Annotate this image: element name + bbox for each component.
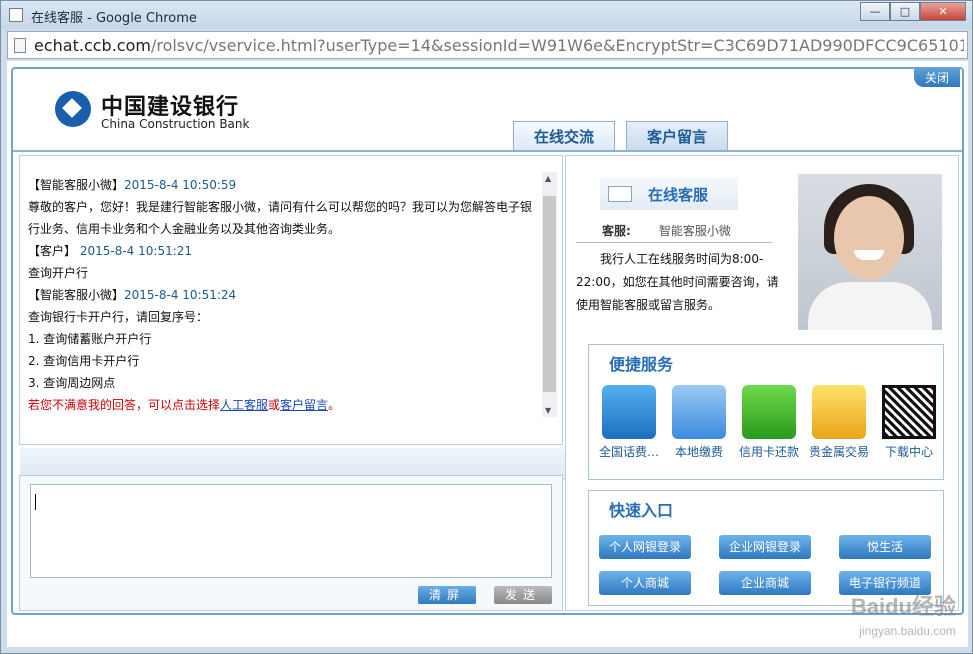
message-sender: 【客户】	[28, 244, 77, 258]
url-text[interactable]: echat.ccb.com/rolsvc/vservice.html?userT…	[34, 36, 964, 55]
text-caret	[35, 494, 36, 510]
browser-window: 在线客服 - Google Chrome — □ ✕ echat.ccb.com…	[0, 0, 973, 654]
agent-info: 客服: 智能客服小微	[602, 222, 731, 239]
service-item-bill[interactable]: 本地缴费	[667, 385, 731, 465]
quick-services-title: 便捷服务	[609, 355, 674, 374]
credit-card-icon	[742, 385, 796, 439]
service-item-phone[interactable]: 全国话费…	[597, 385, 661, 465]
url-path: /rolsvc/vservice.html?userType=14&sessio…	[150, 36, 964, 55]
notice-end: 。	[328, 398, 341, 412]
quick-entry-title: 快速入口	[609, 501, 674, 520]
page-icon	[9, 8, 23, 22]
tab-online-chat[interactable]: 在线交流	[513, 121, 615, 151]
ccb-logo: 中国建设银行 China Construction Bank	[55, 91, 275, 135]
url-host: echat.ccb.com	[34, 36, 151, 55]
personal-ebank-login-button[interactable]: 个人网银登录	[599, 535, 691, 559]
minimize-button[interactable]: —	[860, 2, 890, 21]
message-sender: 【智能客服小微】	[28, 288, 125, 302]
service-hours-text: 我行人工在线服务时间为8:00-22:00，如您在其他时间需要咨询，请使用智能客…	[576, 252, 779, 312]
scroll-down-icon[interactable]: ▼	[545, 406, 551, 415]
ebank-channel-button[interactable]: 电子银行频道	[839, 571, 931, 595]
page-content: 关闭 中国建设银行 China Construction Bank 在线交流 客…	[7, 61, 968, 647]
maximize-button[interactable]: □	[890, 2, 920, 21]
water-electric-icon	[672, 385, 726, 439]
service-item-label: 全国话费…	[598, 445, 659, 459]
chat-history-panel: 【智能客服小微】2015-8-4 10:50:59 尊敬的客户，您好！我是建行智…	[19, 155, 566, 480]
scroll-thumb[interactable]	[543, 196, 556, 392]
option-item: 1. 查询储蓄账户开户行	[28, 332, 152, 346]
message-time: 2015-8-4 10:51:21	[79, 244, 193, 258]
scroll-up-icon[interactable]: ▲	[545, 174, 551, 183]
service-item-card[interactable]: 信用卡还款	[737, 385, 801, 465]
chat-messages: 【智能客服小微】2015-8-4 10:50:59 尊敬的客户，您好！我是建行智…	[28, 174, 538, 414]
agent-body	[808, 282, 932, 330]
service-panel: 在线客服 客服: 智能客服小微 我行人工在线服务时间为8:00-22:00，如您在…	[565, 155, 959, 611]
tab-customer-message[interactable]: 客户留言	[626, 121, 728, 151]
option-item: 2. 查询信用卡开户行	[28, 354, 140, 368]
message-input-panel: 清屏 发送	[19, 475, 563, 611]
quick-entry-box: 快速入口 个人网银登录 企业网银登录 悦生活 个人商城 企业商城 电子银行频道	[588, 490, 944, 606]
yue-life-button[interactable]: 悦生活	[839, 535, 931, 559]
close-window-button[interactable]: ✕	[920, 2, 966, 21]
agent-face	[834, 196, 904, 280]
message-text: 查询银行卡开户行，请回复序号：	[28, 310, 209, 324]
option-item: 3. 查询周边网点	[28, 376, 116, 390]
message-time: 2015-8-4 10:50:59	[124, 178, 237, 192]
message-text: 查询开户行	[28, 266, 89, 280]
service-item-label: 贵金属交易	[808, 445, 869, 459]
send-button[interactable]: 发送	[494, 586, 552, 604]
corporate-mall-button[interactable]: 企业商城	[719, 571, 811, 595]
tab-divider	[13, 150, 962, 152]
service-item-label: 本地缴费	[674, 445, 723, 459]
message-text: 尊敬的客户，您好！我是建行智能客服小微，请问有什么可以帮您的吗？我可以为您解答电…	[28, 200, 533, 236]
personal-mall-button[interactable]: 个人商城	[599, 571, 691, 595]
online-service-badge: 在线客服	[600, 178, 738, 210]
message-header: 【客户】 2015-8-4 10:51:21	[28, 240, 538, 262]
phone-icon	[602, 385, 656, 439]
divider	[576, 242, 772, 243]
service-item-download[interactable]: 下载中心	[877, 385, 941, 465]
watermark-brand: Baidu经验	[850, 594, 956, 619]
notice-text: 若您不满意我的回答，可以点击选择	[28, 398, 221, 412]
gold-bar-icon	[812, 385, 866, 439]
address-bar[interactable]: echat.ccb.com/rolsvc/vservice.html?userT…	[7, 31, 968, 59]
notice-or: 或	[268, 398, 281, 412]
close-chat-button[interactable]: 关闭	[914, 69, 960, 87]
leave-message-link[interactable]: 客户留言	[280, 398, 328, 412]
human-service-link[interactable]: 人工客服	[220, 398, 268, 412]
message-input[interactable]	[30, 484, 552, 578]
ccb-logo-icon	[55, 91, 91, 127]
corporate-ebank-login-button[interactable]: 企业网银登录	[719, 535, 811, 559]
agent-photo	[798, 174, 942, 330]
message-time: 2015-8-4 10:51:24	[124, 288, 237, 302]
service-item-gold[interactable]: 贵金属交易	[807, 385, 871, 465]
clear-button[interactable]: 清屏	[418, 586, 476, 604]
chat-frame: 关闭 中国建设银行 China Construction Bank 在线交流 客…	[11, 67, 964, 615]
chat-scrollbar[interactable]: ▲ ▼	[542, 172, 557, 417]
message-sender: 【智能客服小微】	[28, 178, 125, 192]
document-icon	[14, 38, 26, 53]
watermark-url: jingyan.baidu.com	[859, 624, 956, 638]
logo-english: China Construction Bank	[101, 117, 250, 131]
id-card-icon	[608, 186, 632, 202]
message-header: 【智能客服小微】2015-8-4 10:51:24	[28, 284, 538, 306]
service-item-label: 下载中心	[884, 445, 933, 459]
dissatisfied-notice: 若您不满意我的回答，可以点击选择人工客服或客户留言。	[28, 394, 538, 414]
service-item-label: 信用卡还款	[738, 445, 799, 459]
baidu-watermark: Baidu经验 jingyan.baidu.com	[851, 595, 956, 643]
quick-services-box: 便捷服务 全国话费… 本地缴费 信用卡还款 贵金属交易 下载中心	[588, 344, 944, 480]
title-bar: 在线客服 - Google Chrome — □ ✕	[1, 1, 972, 29]
message-header: 【智能客服小微】2015-8-4 10:50:59	[28, 174, 538, 196]
agent-label: 客服:	[602, 224, 631, 238]
window-title: 在线客服 - Google Chrome	[31, 11, 197, 26]
online-service-label: 在线客服	[648, 186, 709, 204]
agent-name: 智能客服小微	[658, 224, 731, 238]
qr-code-icon	[882, 385, 936, 439]
